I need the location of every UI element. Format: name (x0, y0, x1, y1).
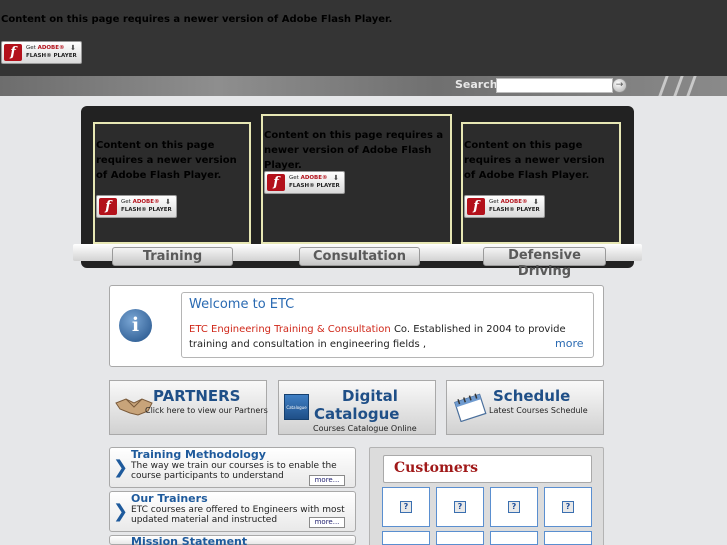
partners-title: PARTNERS (153, 387, 241, 405)
get-flash-player-button[interactable]: f Get ADOBE® FLASH® PLAYER ⬇ (96, 195, 177, 218)
badge-product-label: FLASH® PLAYER (26, 53, 77, 59)
search-label: Search (455, 78, 498, 91)
catalogue-title-line1: Digital (342, 387, 398, 405)
missing-image-icon: ? (508, 501, 520, 513)
welcome-title: Welcome to ETC (189, 297, 295, 312)
missing-image-icon: ? (454, 501, 466, 513)
search-arrow-icon: → (615, 80, 624, 90)
get-flash-player-button[interactable]: f Get ADOBE® FLASH® PLAYER ⬇ (464, 195, 545, 218)
info-icon: i (119, 309, 152, 342)
download-arrow-icon: ⬇ (333, 174, 339, 182)
welcome-more-link[interactable]: more (555, 337, 584, 350)
flash-logo-icon: f (267, 174, 285, 191)
tab-consultation[interactable]: Consultation (299, 247, 420, 266)
company-name: ETC Engineering Training & Consultation (189, 324, 391, 335)
badge-product-label: FLASH® PLAYER (121, 207, 172, 213)
defensive-driving-flash-panel: Content on this page requires a newer ve… (461, 122, 621, 244)
missing-image-icon: ? (400, 501, 412, 513)
search-input[interactable] (496, 78, 613, 93)
customers-title: Customers (394, 460, 478, 476)
badge-get-label: Get (289, 175, 299, 181)
missing-image-icon: ? (562, 501, 574, 513)
download-arrow-icon: ⬇ (70, 44, 76, 52)
partners-subtitle: Click here to view our Partners (145, 406, 268, 415)
badge-brand-label: ADOBE® (132, 199, 160, 205)
badge-get-label: Get (121, 199, 131, 205)
chevron-right-icon: ❯ (113, 457, 129, 478)
get-flash-player-button[interactable]: f Get ADOBE® FLASH® PLAYER ⬇ (1, 41, 82, 64)
badge-brand-label: ADOBE® (500, 199, 528, 205)
customer-logo[interactable] (382, 531, 430, 545)
customer-logo[interactable] (436, 531, 484, 545)
flash-logo-icon: f (4, 44, 22, 61)
training-methodology-title[interactable]: Training Methodology (131, 448, 266, 461)
schedule-title: Schedule (493, 387, 571, 405)
tab-training[interactable]: Training (112, 247, 233, 266)
catalogue-subtitle: Courses Catalogue Online (313, 424, 417, 433)
flash-notice: Content on this page requires a newer ve… (1, 14, 393, 25)
mission-statement-title[interactable]: Mission Statement (131, 535, 247, 545)
consultation-flash-panel: Content on this page requires a newer ve… (261, 114, 452, 244)
flash-notice: Content on this page requires a newer ve… (264, 130, 444, 171)
badge-product-label: FLASH® PLAYER (289, 183, 340, 189)
catalogue-icon: Catalogue (284, 394, 309, 420)
training-methodology-more-button[interactable]: more... (309, 475, 345, 486)
our-trainers-more-button[interactable]: more... (309, 517, 345, 528)
customer-logo[interactable] (490, 531, 538, 545)
flash-logo-icon: f (467, 198, 485, 215)
download-arrow-icon: ⬇ (533, 198, 539, 206)
our-trainers-title[interactable]: Our Trainers (131, 492, 208, 505)
badge-product-label: FLASH® PLAYER (489, 207, 540, 213)
welcome-description: ETC Engineering Training & Consultation … (189, 322, 584, 352)
search-go-button[interactable]: → (612, 78, 627, 93)
schedule-subtitle: Latest Courses Schedule (489, 406, 588, 415)
badge-get-label: Get (26, 45, 36, 51)
training-flash-panel: Content on this page requires a newer ve… (93, 122, 251, 244)
catalogue-title-line2: Catalogue (314, 405, 400, 423)
badge-brand-label: ADOBE® (300, 175, 328, 181)
customer-logo[interactable] (544, 531, 592, 545)
flash-notice: Content on this page requires a newer ve… (464, 140, 605, 181)
download-arrow-icon: ⬇ (165, 198, 171, 206)
calendar-icon (454, 393, 487, 422)
badge-get-label: Get (489, 199, 499, 205)
badge-brand-label: ADOBE® (37, 45, 65, 51)
chevron-right-icon: ❯ (113, 501, 129, 522)
flash-notice: Content on this page requires a newer ve… (96, 140, 237, 181)
tab-defensive-driving[interactable]: Defensive Driving (483, 247, 606, 279)
get-flash-player-button[interactable]: f Get ADOBE® FLASH® PLAYER ⬇ (264, 171, 345, 194)
flash-logo-icon: f (99, 198, 117, 215)
